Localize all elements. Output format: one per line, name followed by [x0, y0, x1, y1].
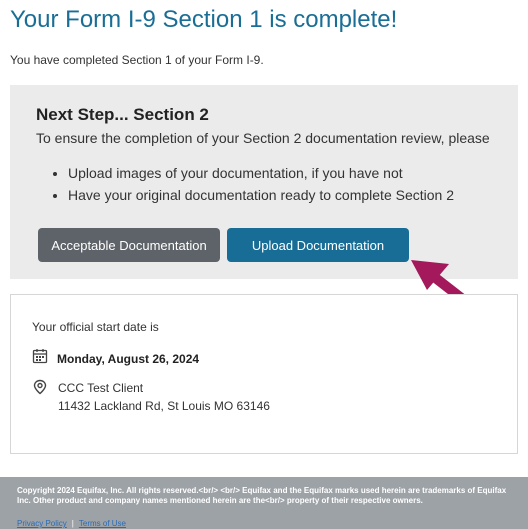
next-step-description: To ensure the completion of your Section…: [36, 130, 490, 146]
privacy-policy-link[interactable]: Privacy Policy: [17, 519, 67, 528]
start-info-card: Your official start date is Monday, Augu…: [10, 294, 518, 454]
location-pin-icon: [32, 379, 48, 415]
start-date-value: Monday, August 26, 2024: [57, 351, 200, 366]
acceptable-documentation-button[interactable]: Acceptable Documentation: [38, 228, 220, 262]
start-date-label: Your official start date is: [32, 320, 159, 334]
footer-links: Privacy Policy | Terms of Use: [17, 519, 126, 528]
start-date-row: Monday, August 26, 2024: [32, 348, 199, 369]
location-name: CCC Test Client: [58, 381, 144, 395]
list-item: Have your original documentation ready t…: [68, 187, 454, 203]
next-step-heading: Next Step... Section 2: [36, 105, 209, 124]
list-item: Upload images of your documentation, if …: [68, 165, 454, 181]
location-row: CCC Test Client 11432 Lackland Rd, St Lo…: [32, 379, 270, 415]
terms-of-use-link[interactable]: Terms of Use: [79, 519, 126, 528]
copyright-text: Copyright 2024 Equifax, Inc. All rights …: [17, 486, 507, 505]
next-step-panel: Next Step... Section 2 To ensure the com…: [10, 85, 518, 279]
next-step-list: Upload images of your documentation, if …: [48, 165, 454, 209]
upload-documentation-button[interactable]: Upload Documentation: [227, 228, 409, 262]
page-title: Your Form I-9 Section 1 is complete!: [10, 6, 398, 33]
intro-text: You have completed Section 1 of your For…: [10, 53, 264, 67]
footer-separator: |: [71, 519, 74, 528]
calendar-icon: [32, 348, 48, 369]
location-address: 11432 Lackland Rd, St Louis MO 63146: [58, 399, 270, 413]
footer: Copyright 2024 Equifax, Inc. All rights …: [0, 477, 528, 529]
location-text: CCC Test Client 11432 Lackland Rd, St Lo…: [58, 379, 270, 415]
